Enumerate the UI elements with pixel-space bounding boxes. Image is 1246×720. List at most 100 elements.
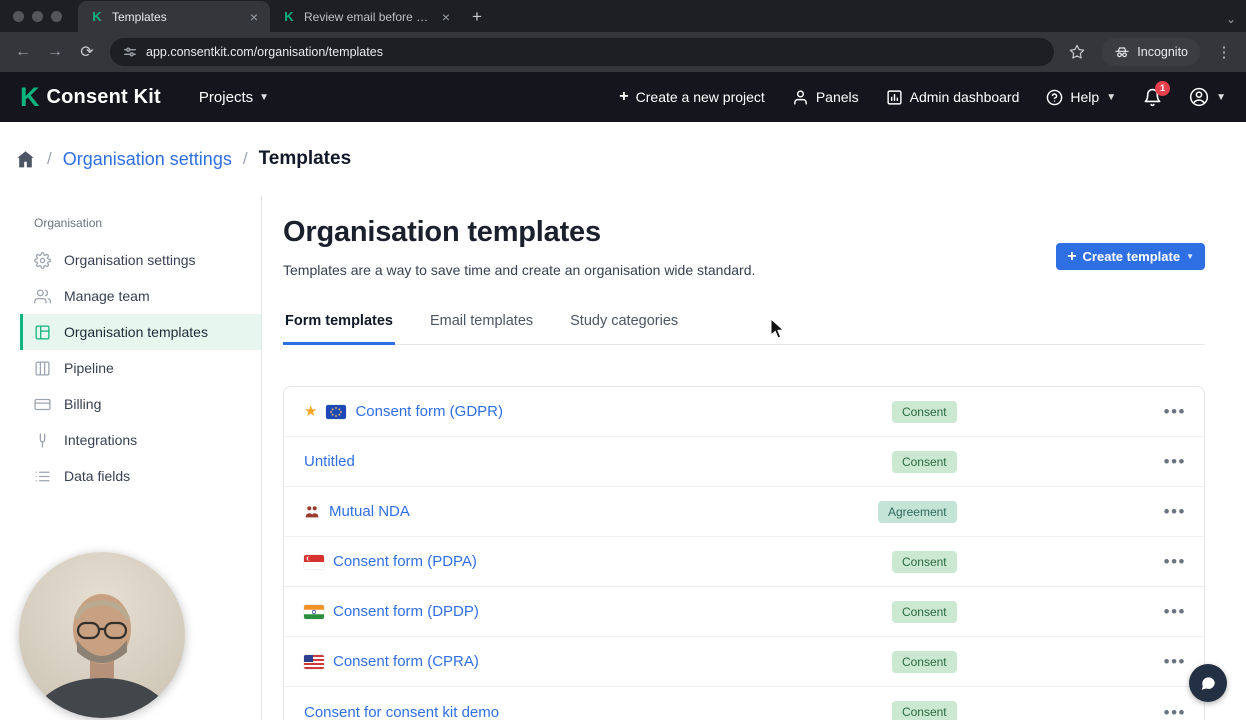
template-link[interactable]: Consent form (GDPR)	[355, 403, 503, 420]
template-link[interactable]: Untitled	[304, 453, 355, 470]
row-actions-icon[interactable]: •••	[1162, 449, 1188, 474]
new-tab-button[interactable]: +	[472, 7, 482, 27]
sidebar-item-label: Organisation templates	[64, 324, 208, 340]
sidebar-item-label: Integrations	[64, 432, 137, 448]
templates-icon	[34, 324, 51, 341]
breadcrumb-separator: /	[243, 149, 248, 169]
sidebar-item-manage-team[interactable]: Manage team	[20, 278, 261, 314]
category-badge: Consent	[892, 701, 957, 720]
template-name-cell: Mutual NDA	[304, 503, 878, 520]
main-header: Organisation templates Templates are a w…	[283, 216, 1205, 278]
sidebar-item-integrations[interactable]: Integrations	[20, 422, 261, 458]
window-minimize-button[interactable]	[32, 11, 43, 22]
notifications-button[interactable]: 1	[1143, 88, 1162, 107]
sidebar-heading: Organisation	[20, 216, 261, 242]
consentkit-favicon: K	[282, 9, 296, 24]
browser-tab-review-email[interactable]: K Review email before sending ×	[270, 1, 462, 32]
sidebar-item-pipeline[interactable]: Pipeline	[20, 350, 261, 386]
window-zoom-button[interactable]	[51, 11, 62, 22]
home-icon[interactable]	[15, 149, 36, 170]
tab-title: Review email before sending	[304, 10, 432, 24]
category-badge: Consent	[892, 601, 957, 623]
sidebar-item-label: Billing	[64, 396, 101, 412]
sidebar-item-organisation-templates[interactable]: Organisation templates	[20, 314, 261, 350]
admin-dashboard-button[interactable]: Admin dashboard	[886, 89, 1020, 106]
chat-widget-button[interactable]	[1189, 664, 1227, 702]
sidebar-item-data-fields[interactable]: Data fields	[20, 458, 261, 494]
two-people-icon	[304, 504, 320, 520]
account-dropdown[interactable]: ▼	[1189, 87, 1226, 107]
reload-button[interactable]: ⟳	[72, 37, 102, 67]
row-actions-icon[interactable]: •••	[1162, 700, 1188, 720]
create-project-button[interactable]: + Create a new project	[619, 89, 765, 105]
window-controls	[0, 0, 78, 32]
integrations-icon	[34, 432, 51, 449]
template-link[interactable]: Mutual NDA	[329, 503, 410, 520]
logo-text: Consent Kit	[47, 86, 161, 109]
eu-flag-icon	[326, 405, 346, 419]
category-badge: Consent	[892, 451, 957, 473]
template-row: Consent form (CPRA) Consent •••	[284, 637, 1204, 687]
template-row: Untitled Consent •••	[284, 437, 1204, 487]
favorite-star-icon: ★	[304, 404, 317, 419]
sidebar-item-label: Manage team	[64, 288, 150, 304]
address-bar[interactable]: app.consentkit.com/organisation/template…	[110, 38, 1054, 66]
tab-study-categories[interactable]: Study categories	[568, 303, 680, 345]
tab-close-icon[interactable]: ×	[440, 8, 452, 26]
row-actions-icon[interactable]: •••	[1162, 649, 1188, 674]
template-link[interactable]: Consent form (CPRA)	[333, 653, 479, 670]
tab-email-templates[interactable]: Email templates	[428, 303, 535, 345]
row-actions-icon[interactable]: •••	[1162, 549, 1188, 574]
template-link[interactable]: Consent form (DPDP)	[333, 603, 479, 620]
template-row: Mutual NDA Agreement •••	[284, 487, 1204, 537]
sidebar-item-organisation-settings[interactable]: Organisation settings	[20, 242, 261, 278]
tab-form-templates[interactable]: Form templates	[283, 303, 395, 345]
tab-search-chevron-icon[interactable]: ⌄	[1226, 12, 1236, 26]
bar-chart-icon	[886, 89, 903, 106]
india-flag-icon	[304, 605, 324, 619]
window-close-button[interactable]	[13, 11, 24, 22]
breadcrumb: / Organisation settings / Templates	[0, 122, 1246, 196]
row-actions-icon[interactable]: •••	[1162, 599, 1188, 624]
panels-button[interactable]: Panels	[792, 89, 859, 106]
account-icon	[1189, 87, 1209, 107]
pipeline-icon	[34, 360, 51, 377]
template-link[interactable]: Consent for consent kit demo	[304, 704, 499, 720]
templates-table: ★ Consent form (GDPR) Consent ••• Untitl…	[283, 386, 1205, 720]
help-dropdown[interactable]: Help ▼	[1046, 89, 1116, 106]
back-button[interactable]: ←	[8, 37, 38, 67]
template-row: Consent form (PDPA) Consent •••	[284, 537, 1204, 587]
incognito-label: Incognito	[1137, 45, 1188, 59]
create-template-label: Create template	[1083, 249, 1181, 264]
browser-tab-templates[interactable]: K Templates ×	[78, 1, 270, 32]
consentkit-logo[interactable]: K Consent Kit	[20, 84, 161, 111]
webcam-video-overlay[interactable]	[19, 552, 185, 718]
row-actions-icon[interactable]: •••	[1162, 499, 1188, 524]
app-header: K Consent Kit Projects ▼ + Create a new …	[0, 72, 1246, 122]
category-badge: Consent	[892, 551, 957, 573]
template-link[interactable]: Consent form (PDPA)	[333, 553, 477, 570]
forward-button[interactable]: →	[40, 37, 70, 67]
category-badge: Agreement	[878, 501, 957, 523]
site-settings-icon[interactable]	[123, 45, 137, 59]
singapore-flag-icon	[304, 555, 324, 569]
url-text: app.consentkit.com/organisation/template…	[146, 45, 383, 59]
page-subtitle: Templates are a way to save time and cre…	[283, 262, 755, 278]
browser-menu-icon[interactable]: ⋮	[1210, 43, 1238, 61]
tab-close-icon[interactable]: ×	[248, 8, 260, 26]
create-template-button[interactable]: + Create template ▼	[1056, 243, 1205, 270]
row-actions-icon[interactable]: •••	[1162, 399, 1188, 424]
help-circle-icon	[1046, 89, 1063, 106]
help-label: Help	[1070, 89, 1099, 105]
plus-icon: +	[619, 89, 628, 105]
people-icon	[34, 288, 51, 305]
template-name-cell: Consent form (PDPA)	[304, 553, 892, 570]
category-badge: Consent	[892, 651, 957, 673]
plus-icon: +	[1067, 249, 1076, 265]
breadcrumb-organisation-settings-link[interactable]: Organisation settings	[63, 149, 232, 170]
sidebar-item-billing[interactable]: Billing	[20, 386, 261, 422]
template-name-cell: Consent form (CPRA)	[304, 653, 892, 670]
header-actions: + Create a new project Panels Admin dash…	[619, 87, 1226, 107]
projects-dropdown[interactable]: Projects ▼	[199, 89, 269, 106]
bookmark-star-icon[interactable]	[1062, 37, 1092, 67]
